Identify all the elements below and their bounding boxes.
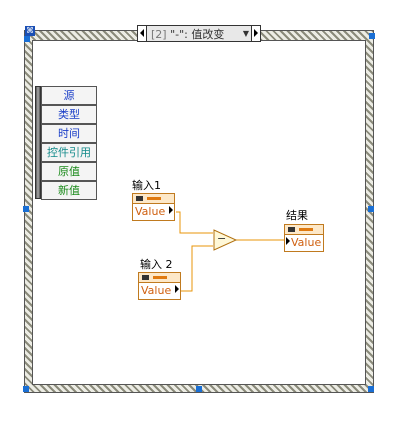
block-diagram: ⌘ [2] "-": 值改变 ▼ 源 类型 时间 控件引用 原值 新值 − 输入…: [0, 0, 403, 439]
input1-value: Value: [135, 205, 166, 218]
result-label: 结果: [286, 209, 308, 222]
output-terminal-icon[interactable]: [175, 285, 179, 293]
input-terminal-icon[interactable]: [286, 237, 290, 245]
input2-value: Value: [141, 284, 172, 297]
numeric-type-icon: [139, 273, 180, 283]
numeric-type-icon: [133, 194, 174, 204]
wire-input1[interactable]: [176, 211, 213, 234]
input1-control[interactable]: Value: [132, 193, 175, 221]
wire-input2[interactable]: [181, 245, 213, 292]
input2-label: 输入 2: [140, 258, 173, 271]
numeric-type-icon: [285, 225, 323, 235]
result-value: Value: [291, 236, 322, 249]
wire-layer: [176, 211, 284, 292]
subtract-symbol: −: [217, 232, 227, 245]
output-terminal-icon[interactable]: [169, 206, 173, 214]
result-indicator[interactable]: Value: [284, 224, 324, 252]
input2-control[interactable]: Value: [138, 272, 181, 300]
input1-label: 输入1: [132, 179, 161, 192]
